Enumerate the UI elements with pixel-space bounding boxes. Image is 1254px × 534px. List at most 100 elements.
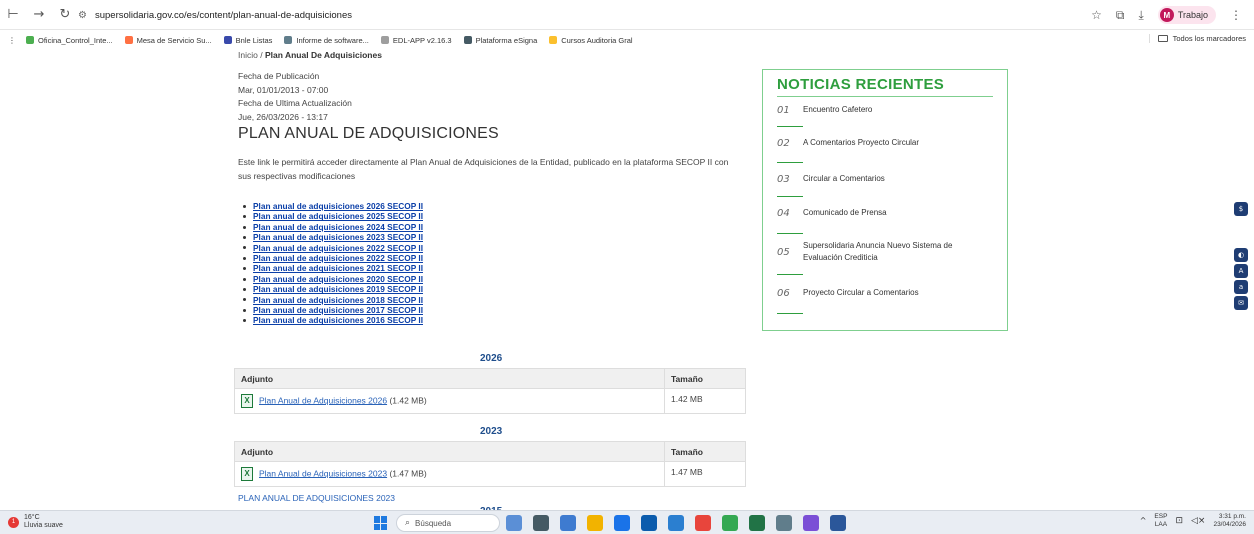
contrast-icon[interactable]: ◐ xyxy=(1234,248,1248,262)
download-icon[interactable]: ⤓ xyxy=(1139,8,1144,23)
forward-icon[interactable]: → xyxy=(28,4,50,26)
file-cell: X Plan Anual de Adquisiciones 2023 (1.47 … xyxy=(234,461,665,487)
chrome-icon[interactable] xyxy=(695,515,711,531)
plan-2023-link[interactable]: PLAN ANUAL DE ADQUISICIONES 2023 xyxy=(238,493,395,503)
col-tamano: Tamaño xyxy=(664,368,746,389)
accessibility-icon[interactable]: $ xyxy=(1234,202,1248,216)
list-item: Plan anual de adquisiciones 2022 SECOP I… xyxy=(243,243,423,253)
bookmark-item[interactable]: Plataforma eSigna xyxy=(463,35,538,45)
news-item[interactable]: 02 A Comentarios Proyecto Circular xyxy=(777,131,999,155)
back-icon[interactable]: ⊢ xyxy=(2,4,24,26)
plan-link[interactable]: Plan anual de adquisiciones 2024 SECOP I… xyxy=(253,222,423,232)
tray-chevron-icon[interactable]: ^ xyxy=(1140,517,1147,525)
list-item: Plan anual de adquisiciones 2024 SECOP I… xyxy=(243,222,423,232)
apps-icon[interactable]: ⋮ xyxy=(8,36,16,45)
col-tamano: Tamaño xyxy=(664,441,746,462)
bookmark-favicon-icon xyxy=(124,36,133,44)
weather-desc: Lluvia suave xyxy=(24,522,63,529)
bookmark-label: Mesa de Servicio Su... xyxy=(136,35,212,45)
profile-button[interactable]: M Trabajo xyxy=(1157,6,1216,24)
plan-link[interactable]: Plan anual de adquisiciones 2026 SECOP I… xyxy=(253,201,423,211)
start-icon[interactable] xyxy=(374,516,388,530)
news-label: Supersolidaria Anuncia Nuevo Sistema de … xyxy=(803,241,953,262)
folder-icon[interactable] xyxy=(587,515,603,531)
news-item[interactable]: 03 Circular a Comentarios xyxy=(777,167,999,191)
bookmark-item[interactable]: Informe de software... xyxy=(284,36,369,45)
news-panel: NOTICIAS RECIENTES 01 Encuentro Cafetero 0… xyxy=(762,69,1008,331)
address-bar[interactable]: ⚙ supersolidaria.gov.co/es/content/plan-… xyxy=(78,4,1078,26)
bookmark-item[interactable]: Bnle Listas xyxy=(223,36,272,45)
zoom-in-icon[interactable]: A xyxy=(1234,264,1248,278)
bookmark-label: EDL-APP v2.16.3 xyxy=(392,35,452,45)
search-icon: ⌕ xyxy=(405,518,411,528)
reload-icon[interactable]: ↻ xyxy=(54,4,76,26)
pub-label: Fecha de Publicación xyxy=(238,71,320,81)
news-label: Proyecto Circular a Comentarios xyxy=(803,288,919,297)
widgets-icon[interactable] xyxy=(506,515,522,531)
calculator-icon[interactable] xyxy=(776,515,792,531)
weather-widget[interactable]: 1 16°C Lluvia suave xyxy=(8,514,63,530)
file-cell: X Plan Anual de Adquisiciones 2026 (1.42 … xyxy=(234,388,665,414)
copilot-icon[interactable] xyxy=(803,515,819,531)
news-number: 06 xyxy=(777,287,790,299)
volume-icon[interactable]: ◁× xyxy=(1191,517,1205,526)
bookmark-item[interactable]: EDL-APP v2.16.3 xyxy=(380,35,452,45)
plan-link[interactable]: Plan anual de adquisiciones 2022 SECOP I… xyxy=(253,243,423,253)
plan-link[interactable]: Plan anual de adquisiciones 2025 SECOP I… xyxy=(253,211,423,221)
bookmark-item[interactable]: Oficina_Control_Inte... xyxy=(26,36,113,45)
list-item: Plan anual de adquisiciones 2016 SECOP I… xyxy=(243,315,423,325)
edge-icon[interactable] xyxy=(614,515,630,531)
excel-icon[interactable] xyxy=(749,515,765,531)
zoom-out-icon[interactable]: a xyxy=(1234,280,1248,294)
news-item[interactable]: 04 Comunicado de Prensa xyxy=(777,201,999,225)
network-icon[interactable]: ⊡ xyxy=(1175,517,1183,526)
bookmark-item[interactable]: Cursos Auditoria Gral xyxy=(549,36,633,45)
plan-link[interactable]: Plan anual de adquisiciones 2023 SECOP I… xyxy=(253,232,423,242)
excel-file-icon: X xyxy=(241,467,253,481)
weather-icon: 1 xyxy=(8,516,19,528)
chat-icon[interactable]: ✉ xyxy=(1234,296,1248,310)
clock[interactable]: 3:31 p.m. 23/04/2026 xyxy=(1213,513,1246,529)
list-item: Plan anual de adquisiciones 2020 SECOP I… xyxy=(243,274,423,284)
store-icon[interactable] xyxy=(641,515,657,531)
bookmark-label: Informe de software... xyxy=(296,35,369,45)
plan-link[interactable]: Plan anual de adquisiciones 2016 SECOP I… xyxy=(253,315,423,325)
page-title: PLAN ANUAL DE ADQUISICIONES xyxy=(238,125,499,142)
plan-link[interactable]: Plan anual de adquisiciones 2017 SECOP I… xyxy=(253,305,423,315)
all-bookmarks-button[interactable]: Todos los marcadores xyxy=(1148,34,1246,43)
extensions-icon[interactable]: ⧉ xyxy=(1116,8,1125,23)
plan-link[interactable]: Plan anual de adquisiciones 2018 SECOP I… xyxy=(253,295,423,305)
plan-link[interactable]: Plan anual de adquisiciones 2022 SECOP I… xyxy=(253,253,423,263)
menu-icon[interactable]: ⋮ xyxy=(1230,8,1242,22)
profile-label: Trabajo xyxy=(1177,10,1208,20)
breadcrumb-home[interactable]: Inicio xyxy=(238,50,258,60)
news-divider xyxy=(777,274,803,275)
language-indicator[interactable]: ESP LAA xyxy=(1154,513,1167,529)
outlook-icon[interactable] xyxy=(668,515,684,531)
chrome-profile-icon[interactable] xyxy=(722,515,738,531)
file-explorer-icon[interactable] xyxy=(533,515,549,531)
teams-icon[interactable] xyxy=(560,515,576,531)
news-item[interactable]: 06 Proyecto Circular a Comentarios xyxy=(777,281,999,305)
plan-link[interactable]: Plan anual de adquisiciones 2021 SECOP I… xyxy=(253,263,423,273)
news-item[interactable]: 01 Encuentro Cafetero xyxy=(777,98,999,122)
intro-text: Este link le permitirá acceder directame… xyxy=(238,157,729,181)
plan-link[interactable]: Plan anual de adquisiciones 2019 SECOP I… xyxy=(253,284,423,294)
bookmark-star-icon[interactable]: ☆ xyxy=(1091,8,1102,22)
news-divider xyxy=(777,162,803,163)
word-icon[interactable] xyxy=(830,515,846,531)
bookmark-label: Plataforma eSigna xyxy=(475,35,538,45)
site-settings-icon[interactable]: ⚙ xyxy=(78,10,87,21)
plan-link[interactable]: Plan anual de adquisiciones 2020 SECOP I… xyxy=(253,274,423,284)
news-item[interactable]: 05 Supersolidaria Anuncia Nuevo Sistema d… xyxy=(777,240,999,264)
list-item: Plan anual de adquisiciones 2023 SECOP I… xyxy=(243,232,423,242)
file-size: 1.42 MB xyxy=(664,388,746,414)
year-heading-2026: 2026 xyxy=(480,353,503,364)
taskbar-search[interactable]: ⌕ Búsqueda xyxy=(396,514,500,532)
file-link[interactable]: Plan Anual de Adquisiciones 2023 xyxy=(259,468,387,478)
bookmark-item[interactable]: Mesa de Servicio Su... xyxy=(124,35,212,45)
url-text[interactable]: supersolidaria.gov.co/es/content/plan-an… xyxy=(95,10,352,21)
excel-file-icon: X xyxy=(241,394,253,408)
file-link[interactable]: Plan Anual de Adquisiciones 2026 xyxy=(259,395,387,405)
bookmarks-bar: ⋮ Oficina_Control_Inte... Mesa de Servici… xyxy=(0,30,1254,50)
